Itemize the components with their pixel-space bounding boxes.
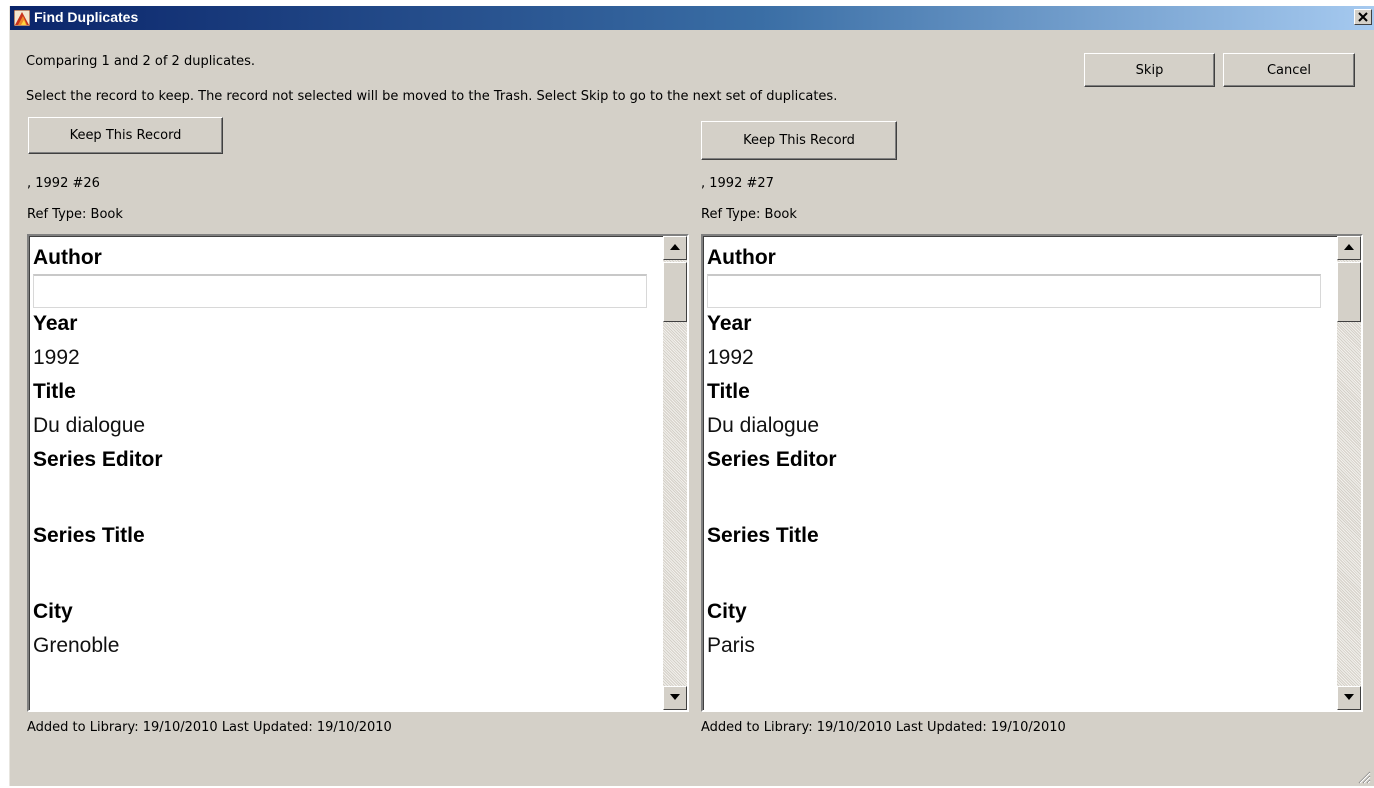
triangle-up-icon [1344,244,1354,250]
author-label: Author [707,246,776,269]
resize-grip-icon[interactable] [1357,769,1371,784]
left-record-dates: Added to Library: 19/10/2010 Last Update… [27,720,392,735]
right-record-panel[interactable]: Author Year 1992 Title Du dialogue Serie… [701,234,1363,712]
comparing-status: Comparing 1 and 2 of 2 duplicates. [26,54,256,69]
left-field-list: Author Year 1992 Title Du dialogue Serie… [33,242,647,664]
series-editor-label: Series Editor [33,448,163,471]
left-vertical-scrollbar[interactable] [663,236,687,710]
scroll-down-button[interactable] [663,686,687,710]
title-value[interactable]: Du dialogue [707,408,1317,444]
title-value[interactable]: Du dialogue [33,408,643,444]
close-icon [1358,12,1368,22]
keep-left-record-button[interactable]: Keep This Record [28,117,223,154]
right-record-dates: Added to Library: 19/10/2010 Last Update… [701,720,1066,735]
triangle-up-icon [670,244,680,250]
title-label: Title [33,380,76,403]
keep-right-record-button[interactable]: Keep This Record [701,121,897,160]
left-record-panel[interactable]: Author Year 1992 Title Du dialogue Serie… [27,234,689,712]
city-label: City [33,600,73,623]
scroll-down-button[interactable] [1337,686,1361,710]
year-label: Year [33,312,78,335]
title-label: Title [707,380,750,403]
year-value[interactable]: 1992 [707,340,1317,376]
city-value[interactable]: Grenoble [33,628,643,664]
scroll-thumb[interactable] [1337,262,1361,322]
window-title: Find Duplicates [34,9,139,25]
triangle-down-icon [670,694,680,700]
scroll-up-button[interactable] [1337,236,1361,260]
series-editor-value[interactable] [707,476,1317,520]
instruction-text: Select the record to keep. The record no… [26,89,838,104]
skip-button[interactable]: Skip [1084,53,1215,87]
author-field[interactable] [33,274,647,308]
scroll-up-button[interactable] [663,236,687,260]
series-title-label: Series Title [707,524,819,547]
city-label: City [707,600,747,623]
right-ref-type: Ref Type: Book [701,207,797,222]
series-title-label: Series Title [33,524,145,547]
right-record-id: , 1992 #27 [701,176,774,191]
close-button[interactable] [1354,9,1372,25]
year-value[interactable]: 1992 [33,340,643,376]
title-bar[interactable]: Find Duplicates [10,6,1374,30]
series-title-value[interactable] [707,552,1317,596]
triangle-down-icon [1344,694,1354,700]
right-field-list: Author Year 1992 Title Du dialogue Serie… [707,242,1321,664]
left-record-id: , 1992 #26 [27,176,100,191]
scroll-thumb[interactable] [663,262,687,322]
author-field[interactable] [707,274,1321,308]
series-title-value[interactable] [33,552,643,596]
year-label: Year [707,312,752,335]
cancel-button[interactable]: Cancel [1223,53,1355,87]
series-editor-value[interactable] [33,476,643,520]
city-value[interactable]: Paris [707,628,1317,664]
series-editor-label: Series Editor [707,448,837,471]
left-ref-type: Ref Type: Book [27,207,123,222]
author-label: Author [33,246,102,269]
right-vertical-scrollbar[interactable] [1337,236,1361,710]
find-duplicates-dialog: Find Duplicates Comparing 1 and 2 of 2 d… [9,6,1374,786]
endnote-app-icon [13,9,31,27]
